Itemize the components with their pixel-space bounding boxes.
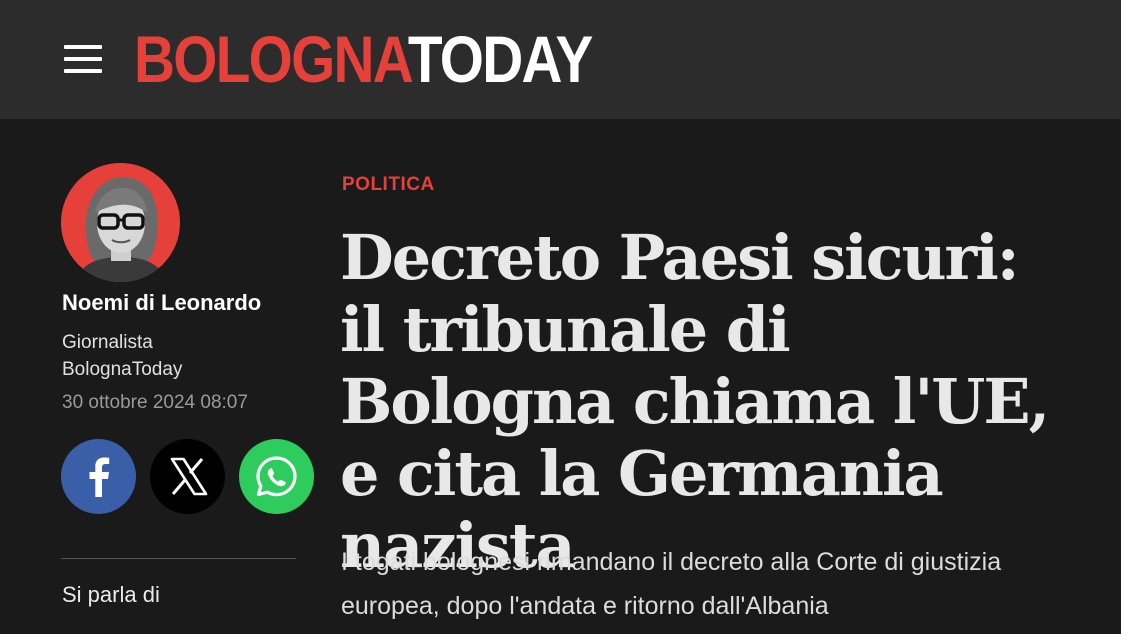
menu-bar <box>64 57 102 61</box>
menu-bar <box>64 45 102 49</box>
publish-date: 30 ottobre 2024 08:07 <box>62 392 248 413</box>
x-icon <box>170 457 208 496</box>
menu-bar <box>64 69 102 73</box>
author-avatar[interactable] <box>61 163 180 282</box>
article-subtitle: I togati bolognesi rimandano il decreto … <box>341 548 1002 620</box>
site-logo[interactable]: BOLOGNATODAY <box>134 22 594 96</box>
share-facebook-button[interactable] <box>61 439 136 514</box>
logo-part-today: TODAY <box>407 22 594 96</box>
site-header: BOLOGNATODAY <box>0 0 1121 119</box>
article-headline: Decreto Paesi sicuri: il tribunale di Bo… <box>340 221 1050 582</box>
facebook-icon <box>89 457 110 497</box>
whatsapp-icon <box>256 456 297 497</box>
author-role: Giornalista BolognaToday <box>62 329 292 383</box>
article-category-link[interactable]: POLITICA <box>342 174 435 196</box>
sidebar-divider <box>61 558 296 559</box>
topics-label: Si parla di <box>62 582 160 607</box>
share-whatsapp-button[interactable] <box>239 439 314 514</box>
hamburger-menu-icon[interactable] <box>64 45 102 73</box>
author-photo <box>61 163 180 282</box>
author-name[interactable]: Noemi di Leonardo <box>62 290 261 316</box>
author-role-outlet: BolognaToday <box>62 359 183 380</box>
share-x-button[interactable] <box>150 439 225 514</box>
author-role-title: Giornalista <box>62 332 153 353</box>
logo-part-bologna: BOLOGNA <box>134 22 410 96</box>
